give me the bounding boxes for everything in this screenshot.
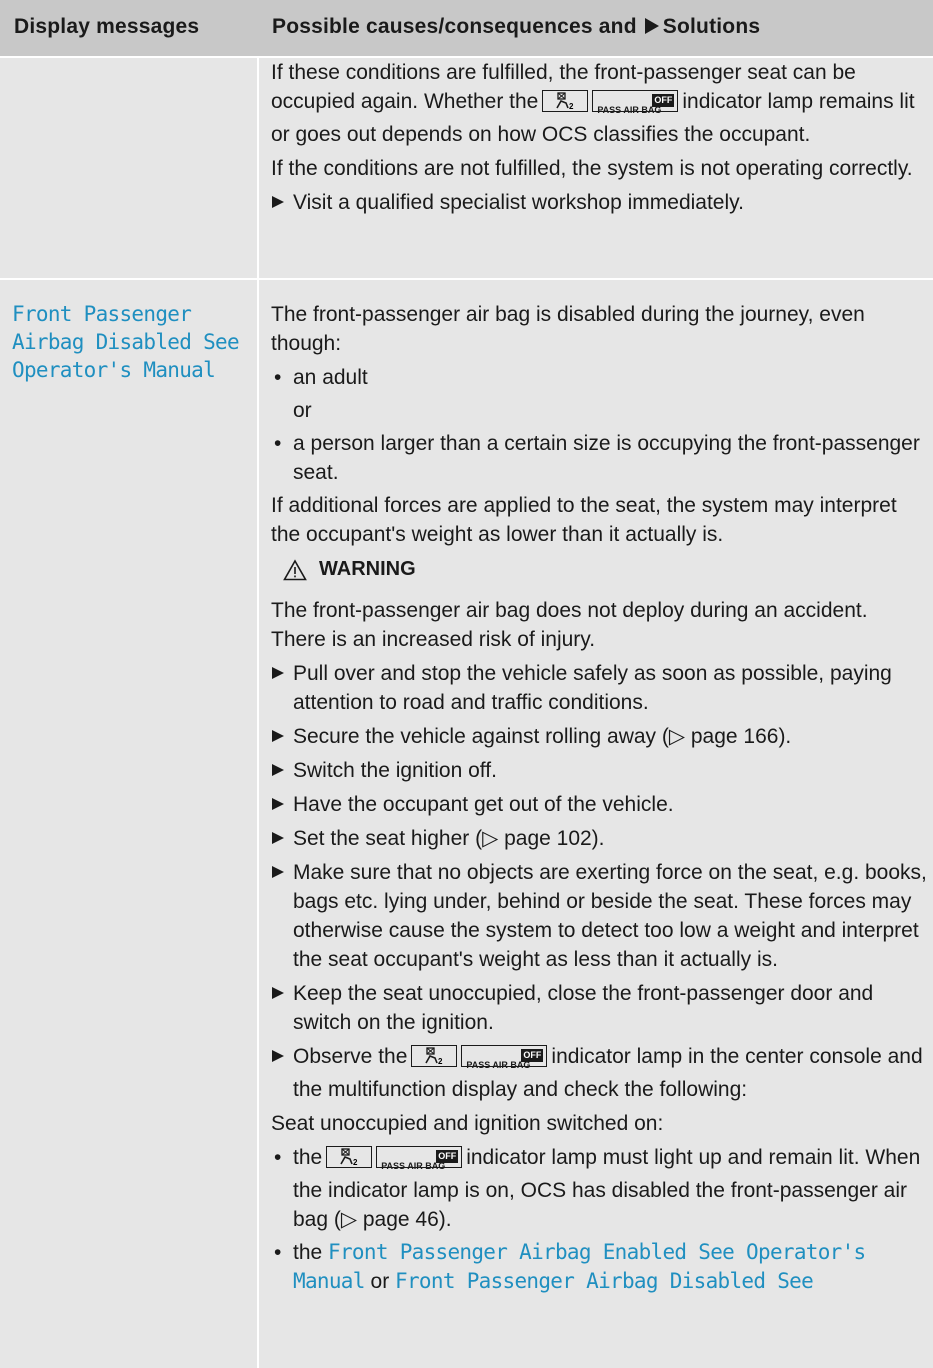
row1-step: Visit a qualified specialist workshop im… xyxy=(271,188,927,217)
step-arrow-icon xyxy=(272,798,284,810)
step-arrow-icon xyxy=(272,1050,284,1062)
solution-arrow-icon xyxy=(644,18,659,34)
step-arrow-icon xyxy=(272,730,284,742)
seat-occupant-icon: 2 xyxy=(326,1146,373,1168)
step-item: Observe the 2 PASS AIR BAG OFF indicator lam… xyxy=(271,1042,927,1104)
seat-occupant-icon: 2 xyxy=(542,90,589,112)
header-causes-solutions: Possible causes/consequences and Solutio… xyxy=(272,15,761,38)
row1-content: If these conditions are fulfilled, the f… xyxy=(271,58,927,222)
step-item: Set the seat higher (▷ page 102). xyxy=(271,824,927,853)
list-item: • a person larger than a certain size is … xyxy=(274,432,920,484)
display-message-disabled: Front Passenger Airbag Disabled See xyxy=(395,1269,814,1293)
indicator-lamp: 2 PASS AIR BAG OFF xyxy=(411,1045,548,1075)
row1-paragraph2: If the conditions are not fulfilled, the… xyxy=(271,157,913,180)
list-item: • the 2 PASS AIR BAG OFF indicator lamp must … xyxy=(274,1146,921,1231)
indicator-lamp: 2 PASS AIR BAG OFF xyxy=(326,1146,463,1176)
step-arrow-icon xyxy=(272,667,284,679)
manual-page: Display messages Possible causes/consequ… xyxy=(0,0,933,1368)
step-item: Secure the vehicle against rolling away … xyxy=(271,722,927,751)
warning-triangle-icon xyxy=(283,558,307,580)
table-header: Display messages Possible causes/consequ… xyxy=(0,0,933,56)
list-item: • an adult xyxy=(274,366,368,389)
indicator-lamp: 2 PASS AIR BAG OFF xyxy=(542,90,679,120)
step-arrow-icon xyxy=(272,987,284,999)
header-display-messages: Display messages xyxy=(14,15,200,38)
row2-message-cell xyxy=(0,280,257,1368)
svg-text:2: 2 xyxy=(438,1057,443,1065)
step-item: Have the occupant get out of the vehicle… xyxy=(271,790,927,819)
step-arrow-icon xyxy=(272,832,284,844)
step-arrow-icon xyxy=(272,196,284,208)
warning-paragraph1: The front-passenger air bag does not dep… xyxy=(271,599,868,622)
svg-text:2: 2 xyxy=(569,102,574,110)
warning-heading: WARNING xyxy=(283,555,927,584)
or-text: or xyxy=(293,399,312,422)
row2-intro: The front-passenger air bag is disabled … xyxy=(271,303,865,355)
svg-text:2: 2 xyxy=(353,1158,358,1166)
pass-air-bag-off-icon: PASS AIR BAG OFF xyxy=(376,1146,463,1171)
list-item: • the Front Passenger Airbag Enabled See … xyxy=(274,1240,866,1293)
row1-paragraph1: If these conditions are fulfilled, the f… xyxy=(271,61,915,146)
warning-paragraph2: There is an increased risk of injury. xyxy=(271,628,596,651)
display-message: Front Passenger Airbag Disabled See Oper… xyxy=(12,302,240,382)
seat-occupant-icon: 2 xyxy=(411,1045,458,1067)
step-item: Make sure that no objects are exerting f… xyxy=(271,858,927,974)
row2-content: The front-passenger air bag is disabled … xyxy=(271,300,927,1300)
step-item: Pull over and stop the vehicle safely as… xyxy=(271,659,927,717)
step-item: Switch the ignition off. xyxy=(271,756,927,785)
step-arrow-icon xyxy=(272,764,284,776)
row1-message-cell xyxy=(0,58,257,278)
pass-air-bag-off-icon: PASS AIR BAG OFF xyxy=(592,90,679,115)
step-item: Keep the seat unoccupied, close the fron… xyxy=(271,979,927,1037)
row2-forces-paragraph: If additional forces are applied to the … xyxy=(271,494,897,546)
step-arrow-icon xyxy=(272,866,284,878)
pass-air-bag-off-icon: PASS AIR BAG OFF xyxy=(461,1045,548,1070)
seat-unoccupied-paragraph: Seat unoccupied and ignition switched on… xyxy=(271,1112,664,1135)
